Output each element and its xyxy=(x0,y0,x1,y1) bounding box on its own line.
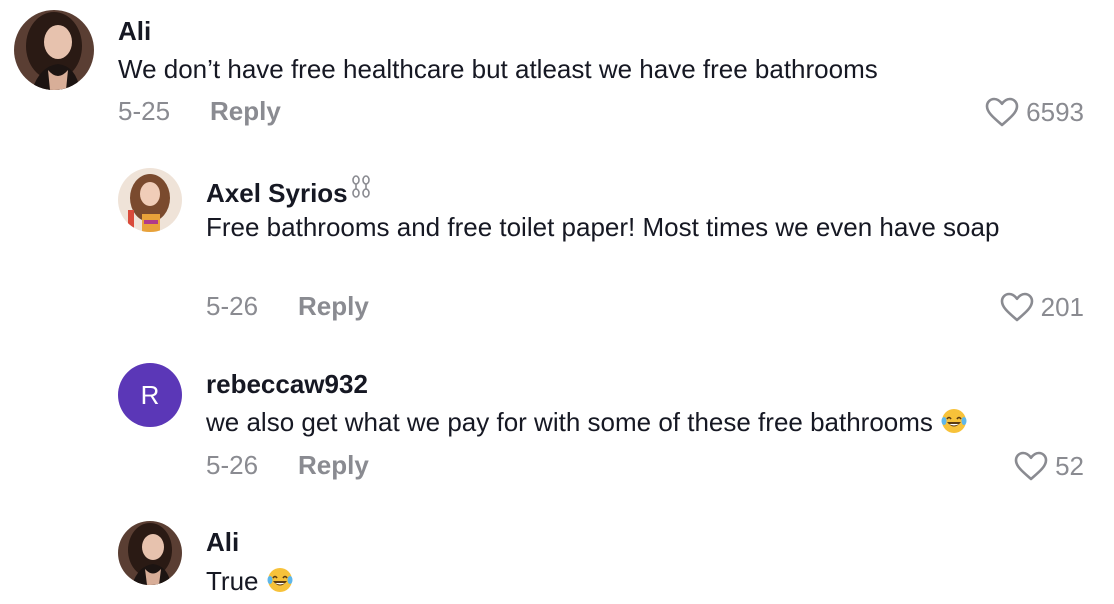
avatar[interactable]: R xyxy=(118,363,182,427)
reply-button[interactable]: Reply xyxy=(210,96,281,126)
comment-text: We don’t have free healthcare but atleas… xyxy=(118,54,878,84)
like-count: 201 xyxy=(1040,292,1084,322)
comment-username[interactable]: Axel Syrios xyxy=(206,174,372,208)
avatar[interactable] xyxy=(14,10,94,90)
comment-text: True xyxy=(206,563,806,600)
comment-username[interactable]: Ali xyxy=(118,16,151,46)
comment-text: Free bathrooms and free toilet paper! Mo… xyxy=(206,212,1000,242)
comment-item: R rebeccaw932 we also get what we pay fo… xyxy=(0,355,1114,505)
comment-text-content: True xyxy=(206,566,259,596)
heart-icon[interactable] xyxy=(999,291,1035,323)
avatar-letter: R xyxy=(140,379,160,410)
heart-icon[interactable] xyxy=(984,96,1020,128)
laughing-tears-emoji-icon xyxy=(266,566,294,594)
comment-item: Ali True xyxy=(0,515,1114,602)
comment-text-content: we also get what we pay for with some of… xyxy=(206,407,933,437)
comment-date: 5-25 xyxy=(118,96,171,126)
reply-button[interactable]: Reply xyxy=(298,291,369,321)
comment-date: 5-26 xyxy=(206,291,259,321)
username-text: Axel Syrios xyxy=(206,178,348,208)
comment-username[interactable]: Ali xyxy=(206,527,239,557)
like-button[interactable]: 6593 xyxy=(984,96,1084,128)
like-button[interactable]: 201 xyxy=(999,291,1084,323)
comment-date: 5-26 xyxy=(206,450,259,480)
like-count: 6593 xyxy=(1026,97,1084,127)
avatar[interactable] xyxy=(118,168,182,232)
like-count: 52 xyxy=(1055,451,1084,481)
comment-text: we also get what we pay for with some of… xyxy=(206,404,1086,441)
comment-item: Axel Syrios Free bathrooms and free toil… xyxy=(0,160,1114,340)
laughing-tears-emoji-icon xyxy=(940,407,968,435)
comment-item: Ali We don’t have free healthcare but at… xyxy=(0,0,1114,140)
reply-button[interactable]: Reply xyxy=(298,450,369,480)
comment-username[interactable]: rebeccaw932 xyxy=(206,369,368,399)
avatar-photo xyxy=(118,521,182,585)
chain-link-icon xyxy=(350,174,372,206)
heart-icon[interactable] xyxy=(1013,450,1049,482)
avatar-photo xyxy=(118,168,182,232)
avatar[interactable] xyxy=(118,521,182,585)
like-button[interactable]: 52 xyxy=(1013,450,1084,482)
avatar-photo xyxy=(14,10,94,90)
